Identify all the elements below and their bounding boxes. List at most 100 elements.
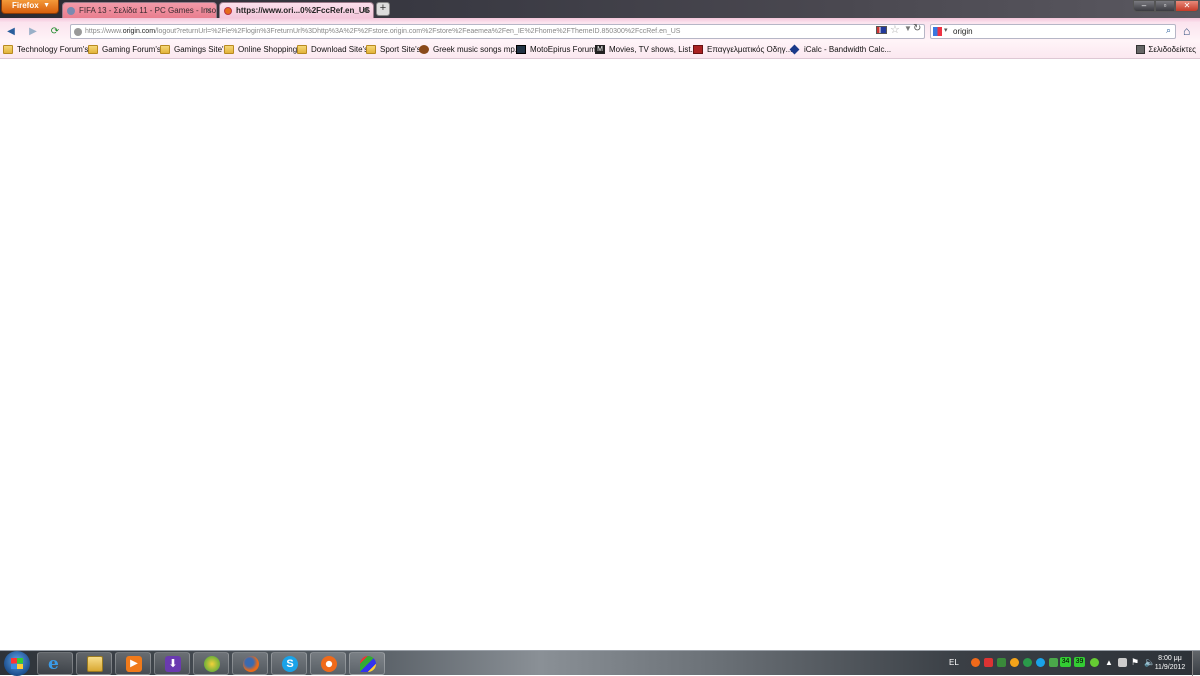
bookmark-label: Gaming Forum's bbox=[102, 45, 161, 54]
new-tab-button[interactable]: + bbox=[376, 2, 390, 16]
app-icon bbox=[204, 656, 220, 672]
file-explorer-icon bbox=[87, 656, 103, 672]
url-prefix: https://www. bbox=[85, 28, 123, 35]
bookmark-epaggelmatikos[interactable]: Επαγγελματικός Οδηγ... bbox=[693, 43, 792, 57]
reload-icon[interactable]: ↻ bbox=[913, 23, 921, 34]
utorrent-icon[interactable] bbox=[1023, 658, 1032, 667]
bookmark-label: Movies, TV shows, List... bbox=[609, 45, 698, 54]
taskbar-file-explorer[interactable] bbox=[76, 652, 112, 675]
taskbar-internet-explorer[interactable]: e bbox=[37, 652, 73, 675]
taskbar-paint[interactable] bbox=[349, 652, 385, 675]
taskbar-origin[interactable] bbox=[310, 652, 346, 675]
star-icon[interactable]: ☆ bbox=[890, 23, 900, 36]
taskbar-skype[interactable]: S bbox=[271, 652, 307, 675]
taskbar-download-manager[interactable]: ⬇ bbox=[154, 652, 190, 675]
minimize-button[interactable]: – bbox=[1133, 0, 1155, 12]
address-bar[interactable]: https://www.origin.com/logout?returnUrl=… bbox=[70, 24, 925, 39]
bookmarks-icon bbox=[1136, 45, 1146, 54]
taskbar-app[interactable] bbox=[193, 652, 229, 675]
network-icon[interactable] bbox=[1118, 658, 1127, 667]
greek-music-icon bbox=[419, 45, 429, 54]
driver-site-icon bbox=[693, 45, 703, 54]
bookmark-download-sites[interactable]: Download Site's bbox=[297, 43, 368, 57]
action-center-flag-icon[interactable]: ⚑ bbox=[1131, 658, 1140, 667]
cpu-temp-badge[interactable]: 34 bbox=[1060, 657, 1071, 667]
windows-taskbar: e ▶ ⬇ S EL 34 39 ▲ ⚑ 🔈 8:00 μμ 11/9/2012 bbox=[0, 650, 1200, 676]
navigation-toolbar: ◀ ▶ ⟳ https://www.origin.com/logout?retu… bbox=[0, 22, 1200, 41]
maximize-button[interactable]: ▫ bbox=[1155, 0, 1175, 12]
close-tab-icon[interactable]: ✕ bbox=[205, 3, 212, 18]
bookmarks-menu-button[interactable]: Σελιδοδείκτες bbox=[1136, 43, 1196, 57]
start-button[interactable] bbox=[4, 651, 30, 676]
download-manager-icon: ⬇ bbox=[165, 656, 181, 672]
tray-app-icon[interactable] bbox=[997, 658, 1006, 667]
url-path: /logout?returnUrl=%2Fie%2Flogin%3Freturn… bbox=[155, 28, 681, 35]
show-desktop-button[interactable] bbox=[1192, 651, 1200, 676]
url-dropdown-icon[interactable]: ▼ bbox=[904, 24, 912, 33]
bookmark-label: Επαγγελματικός Οδηγ... bbox=[707, 45, 793, 54]
paint-icon bbox=[360, 656, 376, 672]
bookmark-greek-music[interactable]: Greek music songs mp... bbox=[419, 43, 521, 57]
clock-time: 8:00 μμ bbox=[1158, 655, 1182, 662]
bookmark-label: Greek music songs mp... bbox=[433, 45, 522, 54]
motoepirus-icon bbox=[516, 45, 526, 54]
tab-origin[interactable]: https://www.ori...0%2FccRef.en_US ✕ bbox=[219, 2, 374, 18]
bookmark-technology-forums[interactable]: Technology Forum's bbox=[3, 43, 88, 57]
bookmark-motoepirus[interactable]: MotoEpirus Forum bbox=[516, 43, 596, 57]
bookmark-label: Sport Site's bbox=[380, 45, 421, 54]
internet-explorer-icon: e bbox=[48, 654, 59, 674]
site-identity-icon[interactable] bbox=[74, 28, 82, 36]
bookmark-sport-sites[interactable]: Sport Site's bbox=[366, 43, 421, 57]
taskbar-media-player[interactable]: ▶ bbox=[115, 652, 151, 675]
search-input[interactable] bbox=[953, 25, 1153, 38]
clock-date: 11/9/2012 bbox=[1154, 664, 1186, 671]
tab-label: FIFA 13 - Σελίδα 11 - PC Games - Inso... bbox=[79, 6, 217, 15]
search-icon[interactable]: ⌕ bbox=[1166, 25, 1171, 36]
home-icon[interactable]: ⌂ bbox=[1183, 24, 1190, 38]
firefox-menu-label: Firefox bbox=[12, 1, 39, 10]
show-hidden-icons[interactable]: ▲ bbox=[1105, 658, 1114, 667]
search-bar[interactable]: ▾ ⌕ bbox=[930, 24, 1176, 39]
gpu-temp-badge[interactable]: 39 bbox=[1074, 657, 1085, 667]
bookmark-icalc[interactable]: iCalc - Bandwidth Calc... bbox=[789, 43, 892, 57]
movies-m-icon: M bbox=[595, 45, 605, 54]
bookmark-movies-tv[interactable]: M Movies, TV shows, List... bbox=[595, 43, 697, 57]
media-player-icon: ▶ bbox=[126, 656, 142, 672]
folder-icon bbox=[297, 45, 307, 54]
firefox-menu-button[interactable]: Firefox ▼ bbox=[1, 0, 59, 14]
system-clock[interactable]: 8:00 μμ 11/9/2012 bbox=[1150, 654, 1190, 672]
windows-logo-icon bbox=[11, 658, 23, 669]
origin-icon bbox=[321, 656, 337, 672]
chevron-down-icon[interactable]: ▾ bbox=[944, 26, 948, 34]
google-icon[interactable] bbox=[933, 27, 942, 36]
url-host: origin.com bbox=[122, 28, 156, 35]
nvidia-icon[interactable] bbox=[1090, 658, 1099, 667]
refresh-icon[interactable]: ⟳ bbox=[48, 25, 62, 38]
bookmark-label: Gamings Site's bbox=[174, 45, 228, 54]
bookmark-online-shopping[interactable]: Online Shopping bbox=[224, 43, 297, 57]
tab-fifa-forum[interactable]: FIFA 13 - Σελίδα 11 - PC Games - Inso...… bbox=[62, 2, 217, 18]
back-arrow-icon[interactable]: ◀ bbox=[4, 25, 18, 38]
chevron-down-icon: ▼ bbox=[43, 2, 50, 9]
language-indicator[interactable]: EL bbox=[949, 658, 959, 667]
forward-arrow-icon[interactable]: ▶ bbox=[26, 25, 40, 38]
forum-favicon-icon bbox=[67, 7, 75, 15]
tray-app-icon[interactable] bbox=[1049, 658, 1058, 667]
close-tab-icon[interactable]: ✕ bbox=[362, 3, 369, 18]
bookmark-label: MotoEpirus Forum bbox=[530, 45, 596, 54]
bookmark-label: iCalc - Bandwidth Calc... bbox=[804, 45, 892, 54]
taskbar-firefox[interactable] bbox=[232, 652, 268, 675]
folder-icon bbox=[224, 45, 234, 54]
bookmark-label: Download Site's bbox=[311, 45, 369, 54]
origin-tray-icon[interactable] bbox=[971, 658, 980, 667]
skype-tray-icon[interactable] bbox=[1036, 658, 1045, 667]
close-window-button[interactable]: ✕ bbox=[1175, 0, 1199, 12]
bookmark-gamings-sites[interactable]: Gamings Site's bbox=[160, 43, 228, 57]
tray-app-icon[interactable] bbox=[984, 658, 993, 667]
bookmark-label: Technology Forum's bbox=[17, 45, 89, 54]
tray-app-icon[interactable] bbox=[1010, 658, 1019, 667]
folder-icon bbox=[366, 45, 376, 54]
skype-icon: S bbox=[282, 656, 298, 672]
uk-flag-icon[interactable] bbox=[876, 26, 887, 34]
bookmark-gaming-forums[interactable]: Gaming Forum's bbox=[88, 43, 161, 57]
